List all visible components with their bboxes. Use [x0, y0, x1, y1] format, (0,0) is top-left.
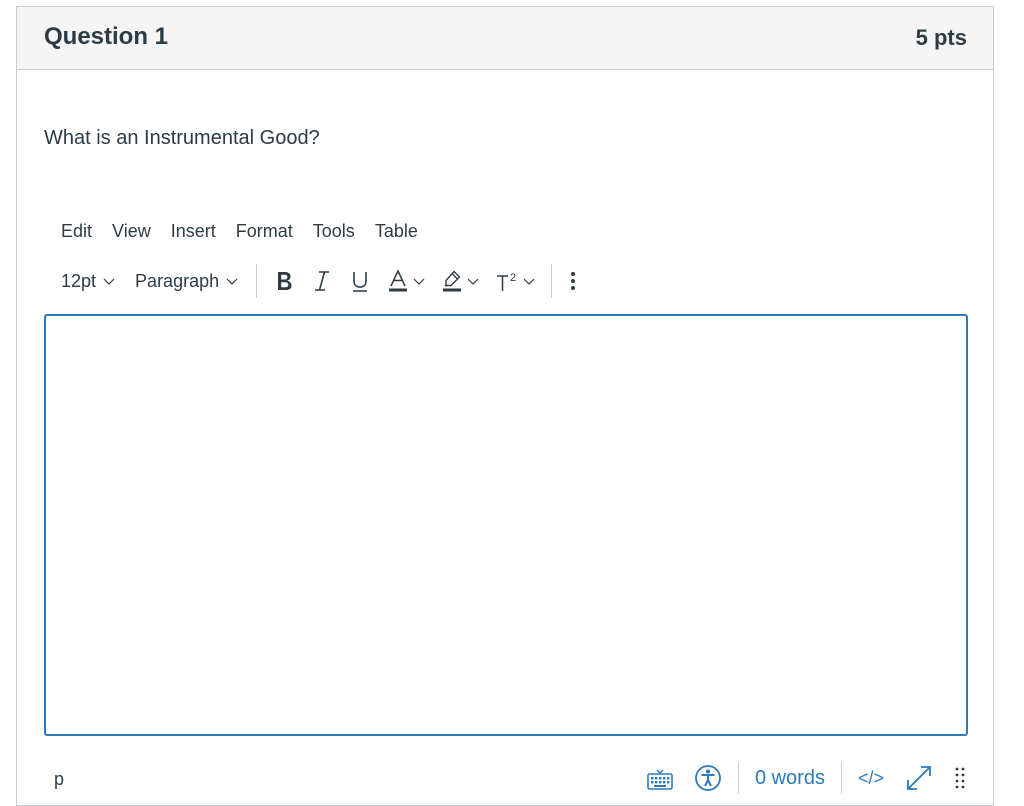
keyboard-shortcuts-button[interactable]	[636, 761, 684, 795]
question-text: What is an Instrumental Good?	[44, 127, 320, 149]
chevron-down-icon	[467, 278, 479, 285]
drag-handle-icon	[955, 767, 965, 789]
toolbar-divider	[256, 264, 258, 298]
more-options-button[interactable]	[560, 263, 586, 299]
block-format-value: Paragraph	[135, 270, 220, 291]
chevron-down-icon	[226, 278, 238, 285]
expand-icon	[907, 766, 931, 790]
more-vertical-icon	[571, 272, 576, 290]
element-path[interactable]: p	[54, 769, 64, 790]
highlight-color-button[interactable]	[433, 263, 487, 299]
fullscreen-button[interactable]	[894, 761, 944, 795]
underline-icon	[353, 272, 368, 292]
block-format-select[interactable]: Paragraph	[125, 263, 248, 299]
question-points: 5 pts	[915, 25, 967, 50]
chevron-down-icon	[413, 278, 425, 285]
svg-text:2: 2	[510, 272, 516, 284]
resize-handle[interactable]	[944, 761, 968, 795]
menu-view[interactable]: View	[102, 218, 161, 244]
toolbar-divider	[551, 264, 553, 298]
highlight-color-icon	[443, 270, 462, 292]
question-card: Question 1 5 pts What is an Instrumental…	[16, 6, 994, 806]
font-size-select[interactable]: 12pt	[51, 263, 125, 299]
italic-button[interactable]	[303, 263, 341, 299]
question-header: Question 1 5 pts	[17, 7, 993, 70]
editor-statusbar: p 0 words </>	[44, 753, 968, 795]
chevron-down-icon	[523, 278, 535, 285]
text-color-icon	[389, 269, 408, 292]
rich-text-editor-area[interactable]	[44, 314, 968, 736]
underline-button[interactable]	[341, 263, 379, 299]
menu-tools[interactable]: Tools	[303, 218, 365, 244]
superscript-icon: 2	[497, 272, 516, 291]
editor-menubar: Edit View Insert Format Tools Table	[51, 218, 428, 244]
bold-button[interactable]	[265, 263, 303, 299]
statusbar-actions: 0 words </>	[636, 761, 968, 795]
question-title: Question 1	[44, 23, 169, 50]
word-count[interactable]: 0 words	[745, 767, 835, 790]
superscript-button[interactable]: 2	[487, 263, 543, 299]
accessibility-checker-button[interactable]	[684, 761, 732, 795]
keyboard-icon	[647, 769, 673, 790]
menu-table[interactable]: Table	[365, 218, 428, 244]
italic-icon	[315, 271, 330, 291]
code-icon: </>	[857, 767, 884, 788]
html-editor-toggle-button[interactable]: </>	[848, 761, 894, 795]
font-size-value: 12pt	[61, 270, 97, 291]
menu-insert[interactable]: Insert	[161, 218, 226, 244]
statusbar-divider	[840, 762, 842, 794]
accessibility-icon	[695, 765, 721, 791]
text-color-button[interactable]	[379, 263, 433, 299]
statusbar-divider	[737, 762, 739, 794]
menu-format[interactable]: Format	[226, 218, 303, 244]
editor-toolbar: 12pt Paragraph 2	[51, 263, 586, 299]
chevron-down-icon	[103, 278, 115, 285]
previous-question-marker: ›	[0, 26, 6, 46]
menu-edit[interactable]: Edit	[51, 218, 102, 244]
bold-icon	[278, 272, 292, 290]
